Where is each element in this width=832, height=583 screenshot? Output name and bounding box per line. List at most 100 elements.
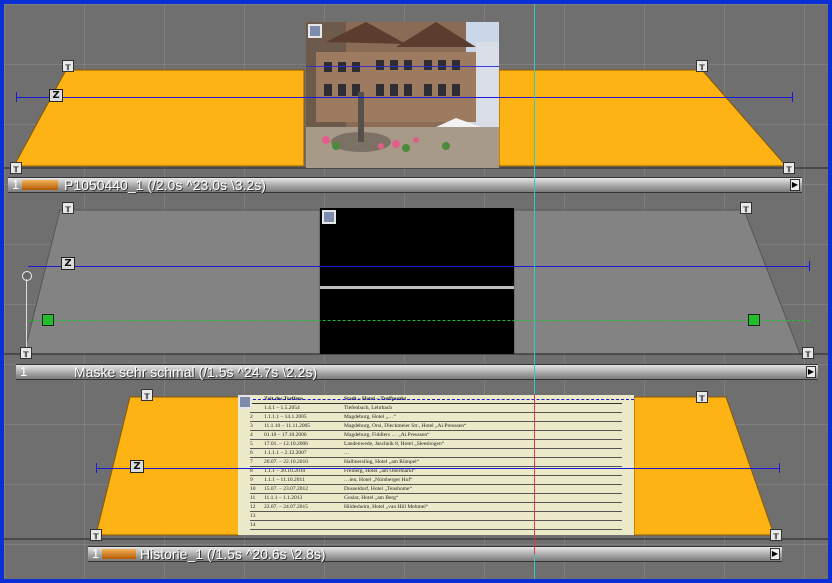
keyframe-line[interactable] — [96, 468, 780, 469]
doc-cell-place: Landenwede, Jaschnik 8, Hotel „Sleesboge… — [344, 441, 445, 447]
clip-select-square[interactable] — [322, 210, 336, 224]
doc-cell-num: 5 — [250, 441, 253, 447]
doc-cell-place: … — [344, 450, 350, 456]
doc-cell-time: 11.1.10 – 11.11.2005 — [264, 423, 311, 429]
doc-cell-num: 4 — [250, 432, 253, 438]
track-end-icon[interactable]: ▶ — [806, 366, 816, 378]
pin-handle-icon[interactable]: ╥ — [10, 162, 22, 174]
doc-cell-place: Magdeburg, Hotel „…“ — [344, 414, 396, 420]
keyframe-start-tick[interactable] — [16, 92, 17, 102]
doc-cell-time: 11.1.1 – 1.1.2013 — [264, 495, 303, 501]
doc-cell-time: 1.1.1 – 11.10.2011 — [264, 477, 305, 483]
pin-handle-icon[interactable]: ╥ — [783, 162, 795, 174]
doc-table: 11.4.1 – 1.5.2054 Tiefenbach, Lehrbach 2 1.… — [250, 404, 622, 530]
clip-title-bar[interactable]: 1 P1050440_1 (/2.0s ^23.0s \3.2s) ▶ — [8, 177, 802, 193]
doc-cell-place: Tiefenbach, Lehrbach — [344, 405, 393, 411]
anchor-line — [26, 279, 27, 354]
doc-row: 7 20.07. – 22.10.2010 Halbnersling, Hotel … — [250, 458, 622, 467]
doc-cell-num: 3 — [250, 423, 253, 429]
doc-cell-time: 22.07. – 24.07.2015 — [264, 504, 308, 510]
clip-progress — [102, 549, 136, 559]
doc-cell-place: Dusseldorf, Hotel „Tenshome“ — [344, 486, 412, 492]
clip-thumbnail-photo[interactable] — [306, 22, 499, 168]
track-3: Zeit des Treffens Stadt – Hotel – Treffp… — [4, 389, 828, 579]
z-marker-icon[interactable]: Z — [61, 257, 75, 270]
doc-cell-place: Magdeburg, Orsi, Dieckmeier Str., Hotel … — [344, 423, 467, 429]
track-end-icon[interactable]: ▶ — [770, 548, 780, 560]
doc-cell-place: Magdeburg, Fiddlers … „Ai.Preussen“ — [344, 432, 430, 438]
keyframe-end-tick[interactable] — [809, 261, 810, 271]
track-2: Z ╥ ╥ ╥ ╥ 1 Maske sehr schmal (/1.5s ^24… — [4, 194, 828, 389]
keyframe-start-tick[interactable] — [96, 463, 97, 473]
doc-cell-time: 01.10 – 17.10.2006 — [264, 432, 307, 438]
doc-row: 6 1.1.1.1 – 2.12.2007 … — [250, 449, 622, 458]
clip-thumbnail-mask[interactable] — [320, 208, 514, 354]
doc-cell-time: 15.07. – 23.07.2012 — [264, 486, 308, 492]
clip-label: Maske sehr schmal (/1.5s ^24.7s \2.2s) — [74, 364, 318, 380]
doc-row: 5 17.01. – 12.10.2006 Landenwede, Jaschnik… — [250, 440, 622, 449]
pin-handle-icon[interactable]: ╥ — [62, 60, 74, 72]
doc-cell-place: …ien, Hotel „Nürnberger Hof“ — [344, 477, 413, 483]
doc-cell-time: 1.1.1.1 – 2.12.2007 — [264, 450, 307, 456]
doc-row: 10 15.07. – 23.07.2012 Dusseldorf, Hotel „… — [250, 485, 622, 494]
pin-handle-icon[interactable]: ╥ — [740, 202, 752, 214]
doc-row: 11.4.1 – 1.5.2054 Tiefenbach, Lehrbach — [250, 404, 622, 413]
doc-row: 11 11.1.1 – 1.1.2013 Goslar, Hotel „am Ber… — [250, 494, 622, 503]
track-number: 1 — [12, 177, 20, 192]
timeline-canvas[interactable]: Z ╥ ╥ ╥ ╥ 1 P1050440_1 (/2.0s ^23.0s \3.… — [4, 4, 828, 579]
pin-handle-icon[interactable]: ╥ — [770, 529, 782, 541]
keyframe-line[interactable] — [28, 266, 810, 267]
keyframe-line[interactable] — [16, 97, 793, 98]
doc-row: 12 22.07. – 24.07.2015 Hildesheim, Hotel „… — [250, 503, 622, 512]
clip-title-bar[interactable]: 1 Historie_1 (/1.5s ^20.6s \2.8s) ▶ — [88, 546, 782, 562]
anchor-point-icon[interactable] — [22, 271, 32, 281]
pin-handle-icon[interactable]: ╥ — [802, 347, 814, 359]
mask-end-marker-icon[interactable] — [748, 314, 760, 326]
doc-cell-time — [264, 512, 344, 520]
doc-cell-num: 9 — [250, 477, 253, 483]
track-number: 1 — [92, 546, 100, 561]
pin-handle-icon[interactable]: ╥ — [20, 347, 32, 359]
doc-row: 9 1.1.1 – 11.10.2011 …ien, Hotel „Nürnberg… — [250, 476, 622, 485]
doc-cell-time — [264, 521, 344, 529]
pin-handle-icon[interactable]: ╥ — [696, 391, 708, 403]
doc-cell-num: 13 — [250, 513, 256, 519]
doc-cell-time: 1.1.1.1 – 14.1.2005 — [264, 414, 307, 420]
keyframe-end-tick[interactable] — [792, 92, 793, 102]
z-marker-icon[interactable]: Z — [130, 460, 144, 473]
clip-select-square[interactable] — [308, 24, 322, 38]
doc-row: 14 — [250, 521, 622, 530]
doc-cell-num: 11 — [250, 495, 256, 501]
track-end-icon[interactable]: ▶ — [790, 179, 800, 191]
doc-row: 3 11.1.10 – 11.11.2005 Magdeburg, Orsi, Di… — [250, 422, 622, 431]
pin-handle-icon[interactable]: ╥ — [141, 389, 153, 401]
track-1: Z ╥ ╥ ╥ ╥ 1 P1050440_1 (/2.0s ^23.0s \3.… — [4, 4, 828, 199]
doc-row: 13 — [250, 512, 622, 521]
pin-handle-icon[interactable]: ╥ — [62, 202, 74, 214]
doc-cell-time: 20.07. – 22.10.2010 — [264, 459, 308, 465]
doc-cell-num: 14 — [250, 522, 256, 528]
pin-handle-icon[interactable]: ╥ — [90, 529, 102, 541]
doc-cell-num: 1 — [250, 404, 264, 412]
doc-row: 2 1.1.1.1 – 14.1.2005 Magdeburg, Hotel „…“ — [250, 413, 622, 422]
doc-cell-num: 12 — [250, 504, 256, 510]
doc-row: 4 01.10 – 17.10.2006 Magdeburg, Fiddlers …… — [250, 431, 622, 440]
doc-cell-place: Goslar, Hotel „am Berg“ — [344, 495, 399, 501]
clip-title-bar[interactable]: 1 Maske sehr schmal (/1.5s ^24.7s \2.2s)… — [16, 364, 818, 380]
z-marker-icon[interactable]: Z — [49, 89, 63, 102]
mask-start-marker-icon[interactable] — [42, 314, 54, 326]
pin-handle-icon[interactable]: ╥ — [696, 60, 708, 72]
doc-cell-time: 17.01. – 12.10.2006 — [264, 441, 308, 447]
keyframe-end-tick[interactable] — [779, 463, 780, 473]
doc-cell-place: Hildesheim, Hotel „van Hill Mehmel“ — [344, 504, 429, 510]
doc-cell-num: 10 — [250, 486, 256, 492]
doc-cell-place: Halbnersling, Hotel „am Rümpel“ — [344, 459, 420, 465]
clip-select-square[interactable] — [238, 395, 252, 409]
clip-label: P1050440_1 (/2.0s ^23.0s \3.2s) — [64, 177, 266, 193]
doc-cell-num: 2 — [250, 414, 253, 420]
mask-line[interactable] — [28, 320, 810, 321]
doc-cell-num: 6 — [250, 450, 253, 456]
clip-progress — [22, 180, 58, 190]
track-number: 1 — [20, 364, 28, 379]
clip-thumbnail-document[interactable]: Zeit des Treffens Stadt – Hotel – Treffp… — [238, 395, 634, 535]
